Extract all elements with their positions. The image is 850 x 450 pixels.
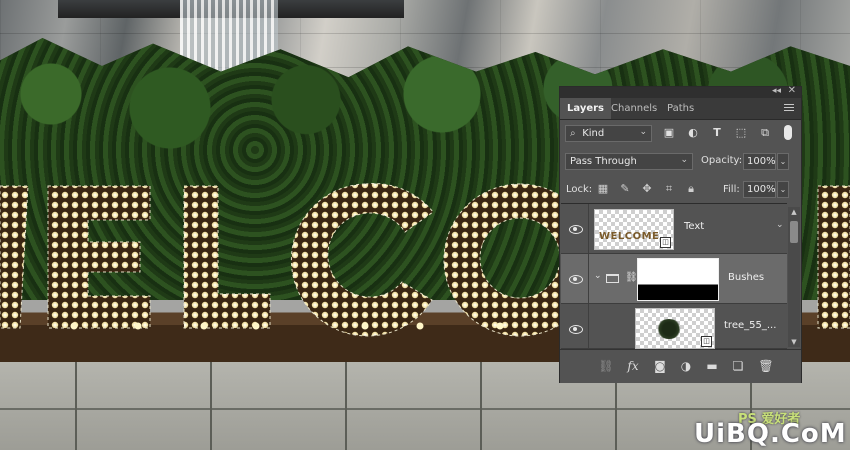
eye-column-divider [588,254,589,303]
scrollbar-thumb[interactable] [790,221,798,243]
eye-column-divider [588,204,589,253]
lock-all-icon[interactable]: 🔒︎ [685,183,697,195]
tab-channels[interactable]: Channels [604,98,664,119]
filter-kind-select[interactable]: ⌕ Kind ⌄ [565,125,652,142]
group-chevron-icon[interactable]: ⌄ [594,271,602,281]
filter-kind-value: Kind [582,128,605,139]
chevron-down-icon: ⌄ [639,127,647,137]
chevron-down-icon: ⌄ [680,155,688,165]
smart-object-filter-icon[interactable]: ⧉ [759,127,771,139]
opacity-input[interactable]: 100% [743,153,776,170]
scroll-up-icon[interactable]: ▲ [788,208,800,216]
tree-thumbnail-shape [656,319,682,339]
eye-column-divider [588,304,589,348]
lock-transparency-icon[interactable]: ▦ [597,183,609,195]
adjustment-filter-icon[interactable]: ◐ [687,127,699,139]
layer-row-tree[interactable]: ◫ tree_55_... [561,304,787,349]
link-layers-icon[interactable]: ⛓︎ [598,358,614,374]
letter-w-partial [0,185,29,329]
letter-e [47,185,151,329]
letter-c [290,183,434,337]
close-icon[interactable]: ✕ [788,85,796,96]
type-filter-icon[interactable]: T [711,127,723,139]
scroll-down-icon[interactable]: ▼ [788,338,800,346]
delete-layer-icon[interactable]: 🗑︎ [758,358,774,374]
tab-paths[interactable]: Paths [660,98,701,119]
smart-object-badge-icon: ◫ [701,336,712,347]
visibility-eye-icon[interactable] [569,325,583,334]
shape-filter-icon[interactable]: ⬚ [735,127,747,139]
panel-tabs: Layers Channels Paths [560,98,801,120]
layers-panel: ◂◂ ✕ Layers Channels Paths ⌕ Kind ⌄ ▣ ◐ … [559,85,802,383]
visibility-eye-icon[interactable] [569,225,583,234]
watermark-line2: UiBQ.CoM [694,419,847,449]
lock-pixels-icon[interactable]: ✎ [619,183,631,195]
collapse-icon[interactable]: ◂◂ [772,86,781,96]
new-group-icon[interactable]: ▬ [704,358,720,374]
blend-mode-select[interactable]: Pass Through ⌄ [565,153,693,170]
opacity-label: Opacity: [701,155,743,166]
layer-name-text[interactable]: Text [684,221,704,232]
layer-thumbnail-text: WELCOME ◫ [594,209,674,250]
layer-row-text[interactable]: WELCOME ◫ Text ⌄ [561,204,787,254]
fill-dropdown-icon[interactable]: ⌄ [777,181,789,198]
visibility-eye-icon[interactable] [569,275,583,284]
layer-name-bushes[interactable]: Bushes [728,272,764,283]
layer-thumbnail-tree: ◫ [635,308,715,349]
layer-mask-thumbnail[interactable] [637,258,719,301]
blend-mode-value: Pass Through [570,156,637,167]
layer-expand-icon[interactable]: ⌄ [776,220,784,230]
lock-position-icon[interactable]: ✥ [641,183,653,195]
fill-input[interactable]: 100% [743,181,776,198]
layers-list: WELCOME ◫ Text ⌄ ⌄ ⛓︎ Bushes ◫ tree_55_.… [561,203,787,349]
lock-artboard-icon[interactable]: ⌗ [663,183,675,195]
folder-icon [606,274,619,283]
mask-link-icon[interactable]: ⛓︎ [625,272,638,283]
lock-label: Lock: [566,184,593,195]
add-mask-icon[interactable]: ◙ [652,358,668,374]
filter-toggle-icon[interactable] [784,125,792,140]
layer-style-fx-icon[interactable]: fx [624,358,642,374]
panel-menu-icon[interactable] [784,104,794,112]
layers-bottom-toolbar: ⛓︎ fx ◙ ◑ ▬ ❏ 🗑︎ [560,349,801,383]
adjustment-layer-icon[interactable]: ◑ [678,358,694,374]
letter-m-partial [817,185,850,329]
thumbnail-text: WELCOME [599,231,660,242]
panel-topbar: ◂◂ ✕ [560,85,801,98]
filter-search-icon: ⌕ [570,128,576,139]
layers-scrollbar[interactable]: ▲ ▼ [788,207,800,347]
image-filter-icon[interactable]: ▣ [663,127,675,139]
layer-name-tree[interactable]: tree_55_... [724,320,776,331]
opacity-dropdown-icon[interactable]: ⌄ [777,153,789,170]
layer-row-bushes[interactable]: ⌄ ⛓︎ Bushes [561,254,787,304]
fill-label: Fill: [723,184,740,195]
smart-object-badge-icon: ◫ [660,237,671,248]
letter-l [183,185,271,329]
new-layer-icon[interactable]: ❏ [730,358,746,374]
